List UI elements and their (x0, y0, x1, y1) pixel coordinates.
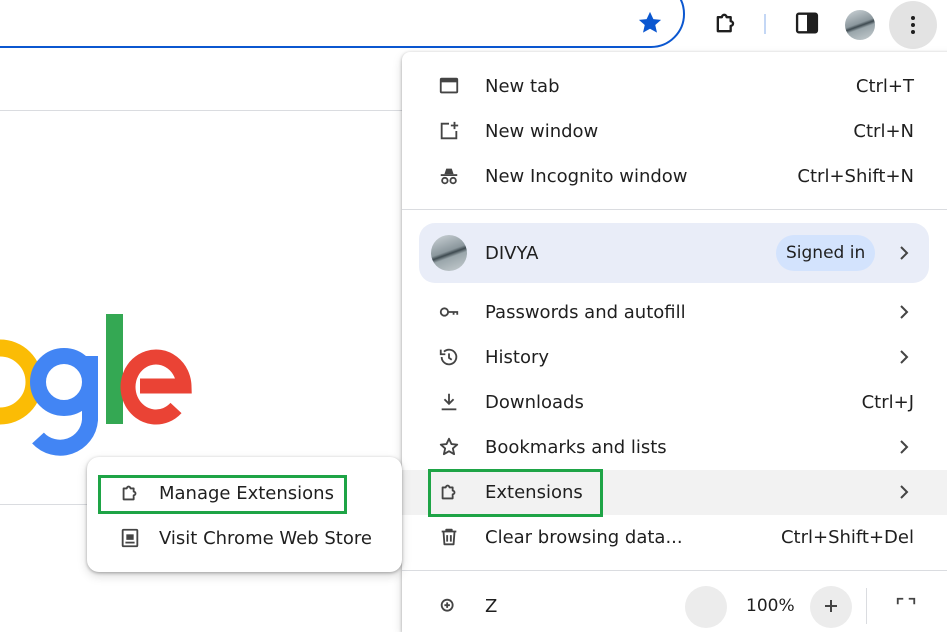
zoom-label: Z (485, 596, 498, 617)
zoom-row: Z 100% (402, 582, 947, 628)
web-store-icon (121, 528, 139, 548)
menu-item-new-tab[interactable]: New tab Ctrl+T (402, 64, 947, 109)
page-divider (0, 110, 402, 111)
zoom-value: 100% (746, 596, 795, 616)
menu-item-label: History (485, 347, 550, 368)
side-panel-icon[interactable] (793, 9, 821, 37)
address-bar[interactable] (0, 0, 685, 48)
menu-item-new-incognito-window[interactable]: New Incognito window Ctrl+Shift+N (402, 154, 947, 199)
chevron-right-icon (900, 350, 909, 364)
highlight-box-manage-extensions (98, 475, 347, 514)
history-icon (439, 348, 458, 366)
highlight-box-extensions (428, 469, 603, 517)
shortcut: Ctrl+Shift+N (797, 166, 914, 187)
submenu-item-label: Visit Chrome Web Store (159, 528, 372, 549)
zoom-in-button[interactable] (810, 586, 852, 628)
shortcut: Ctrl+J (861, 392, 914, 413)
download-icon (441, 393, 457, 411)
zoom-icon (440, 598, 454, 612)
profile-row[interactable]: DIVYA Signed in (419, 223, 929, 283)
extensions-submenu: Manage Extensions Visit Chrome Web Store (87, 457, 402, 572)
more-menu-button[interactable] (889, 1, 937, 49)
chevron-right-icon (900, 485, 909, 499)
shortcut: Ctrl+N (853, 121, 914, 142)
toolbar-divider (764, 14, 766, 34)
menu-item-label: Bookmarks and lists (485, 437, 667, 458)
profile-avatar (431, 235, 467, 271)
profile-avatar[interactable] (845, 10, 875, 40)
chevron-right-icon (900, 440, 909, 454)
shortcut: Ctrl+Shift+Del (780, 527, 914, 548)
trash-icon (441, 528, 457, 546)
menu-separator (402, 209, 947, 210)
menu-item-label: Clear browsing data... (485, 527, 683, 548)
shortcut: Ctrl+T (855, 76, 914, 97)
submenu-item-visit-chrome-web-store[interactable]: Visit Chrome Web Store (87, 516, 402, 561)
menu-item-label: New window (485, 121, 599, 142)
menu-item-label: Passwords and autofill (485, 302, 686, 323)
zoom-out-button[interactable] (685, 586, 727, 628)
new-window-icon (440, 121, 459, 140)
profile-name: DIVYA (485, 243, 539, 264)
menu-item-downloads[interactable]: Downloads Ctrl+J (402, 380, 947, 425)
google-logo (0, 314, 192, 456)
menu-item-clear-browsing-data[interactable]: Clear browsing data... Ctrl+Shift+Del (402, 515, 947, 560)
plus-icon (825, 600, 837, 612)
menu-item-history[interactable]: History (402, 335, 947, 380)
incognito-icon (440, 168, 458, 185)
bookmark-star-icon[interactable] (636, 9, 664, 37)
menu-item-label: Downloads (485, 392, 584, 413)
menu-item-new-window[interactable]: New window Ctrl+N (402, 109, 947, 154)
new-tab-icon (439, 77, 459, 94)
extensions-puzzle-icon[interactable] (712, 9, 740, 37)
chevron-right-icon (900, 246, 909, 260)
signed-in-badge: Signed in (776, 235, 876, 271)
menu-item-label: New Incognito window (485, 166, 688, 187)
menu-item-passwords-and-autofill[interactable]: Passwords and autofill (402, 290, 947, 335)
more-vert-icon (911, 16, 915, 34)
menu-item-bookmarks-and-lists[interactable]: Bookmarks and lists (402, 425, 947, 470)
star-icon (439, 437, 459, 456)
key-icon (439, 307, 459, 317)
search-box-edge (0, 504, 100, 505)
menu-item-label: New tab (485, 76, 560, 97)
chrome-main-menu: New tab Ctrl+T New window Ctrl+N New Inc… (402, 52, 947, 632)
menu-separator (402, 570, 947, 571)
chevron-right-icon (900, 305, 909, 319)
fullscreen-icon[interactable] (895, 596, 917, 618)
zoom-divider (866, 588, 867, 624)
